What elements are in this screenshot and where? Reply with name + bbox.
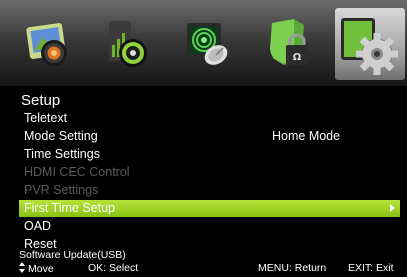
menu-title: Setup xyxy=(21,92,61,109)
menu-item-label: First Time Setup xyxy=(24,201,115,215)
footer-bar: Software Update(USB) Move OK: Select MEN… xyxy=(0,249,407,277)
menu-item-software-update[interactable]: Software Update(USB) xyxy=(19,249,126,261)
menu-item-first-time-setup[interactable]: First Time Setup xyxy=(19,200,400,217)
menu-item-hdmi-cec-control: HDMI CEC Control xyxy=(19,164,400,181)
picture-tab[interactable] xyxy=(24,15,74,71)
chevron-right-icon xyxy=(390,204,395,212)
svg-text:Ω: Ω xyxy=(293,52,302,63)
gear-icon xyxy=(341,18,398,75)
ok-hint: OK: Select xyxy=(88,262,139,274)
menu-item-label: Teletext xyxy=(24,111,68,125)
move-hint: Move xyxy=(19,262,54,275)
menu-item-oad[interactable]: OAD xyxy=(19,218,400,235)
menu-item-mode-setting[interactable]: Mode Setting Home Mode xyxy=(19,128,400,145)
up-down-arrow-icon xyxy=(19,262,27,273)
exit-hint: EXIT: Exit xyxy=(348,262,394,274)
satellite-dish-icon xyxy=(187,23,228,65)
shield-lock-icon: Ω xyxy=(270,19,308,65)
setup-tab[interactable] xyxy=(335,8,405,80)
move-hint-label: Move xyxy=(28,263,54,275)
menu-item-value: Home Mode xyxy=(272,129,341,143)
menu-item-pvr-settings: PVR Settings xyxy=(19,182,400,199)
menu-item-label: Time Settings xyxy=(24,147,100,161)
lock-tab[interactable]: Ω xyxy=(264,15,314,71)
top-icon-bar: Ω xyxy=(0,0,407,86)
menu-item-label: PVR Settings xyxy=(24,183,99,197)
menu-hint: MENU: Return xyxy=(258,262,327,274)
menu-item-teletext[interactable]: Teletext xyxy=(19,110,400,127)
channel-tab[interactable] xyxy=(183,15,233,71)
sound-tab[interactable] xyxy=(103,15,153,71)
menu-item-label: Mode Setting xyxy=(24,129,98,143)
menu-item-label: OAD xyxy=(24,219,52,233)
menu-item-label: HDMI CEC Control xyxy=(24,165,130,179)
menu-item-time-settings[interactable]: Time Settings xyxy=(19,146,400,163)
picture-icon xyxy=(26,23,67,66)
speaker-icon xyxy=(109,21,147,67)
